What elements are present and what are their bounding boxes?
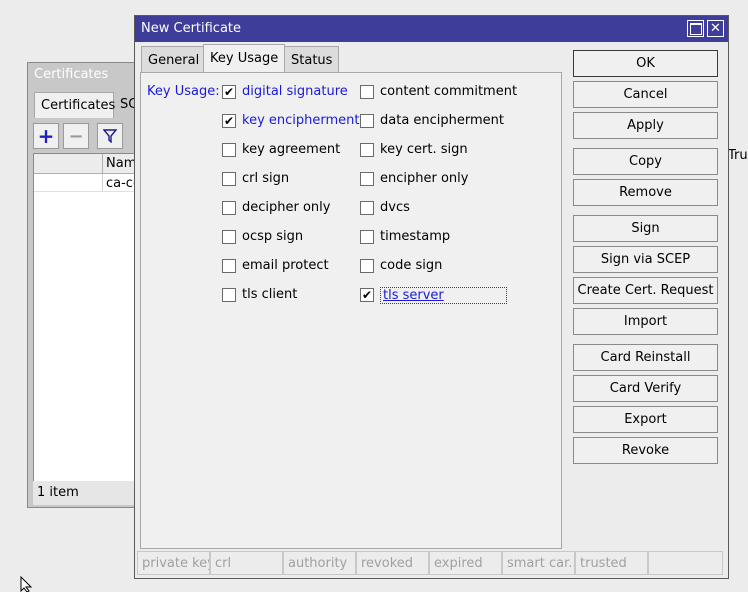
dvcs-label[interactable]: dvcs	[380, 200, 410, 215]
ocsp-sign-label[interactable]: ocsp sign	[242, 229, 303, 244]
timestamp-checkbox[interactable]	[360, 230, 374, 244]
tls-client-label[interactable]: tls client	[242, 287, 297, 302]
email-protect-checkbox[interactable]	[222, 259, 236, 273]
ocsp-sign-checkbox[interactable]	[222, 230, 236, 244]
filter-icon[interactable]	[97, 123, 123, 149]
tab-status[interactable]: Status	[284, 46, 340, 72]
content-commitment-label[interactable]: content commitment	[380, 84, 517, 99]
apply-button[interactable]: Apply	[573, 112, 718, 139]
digital-signature-checkbox[interactable]: ✔	[222, 85, 236, 99]
status-field-trusted: trusted	[575, 551, 648, 575]
tls-client-checkbox[interactable]	[222, 288, 236, 302]
tab-certificates[interactable]: Certificates	[34, 92, 115, 118]
sign-via-scep-button[interactable]: Sign via SCEP	[573, 246, 718, 273]
decipher-only-label[interactable]: decipher only	[242, 200, 330, 215]
tab-key-usage[interactable]: Key Usage	[203, 44, 286, 73]
status-field-empty	[648, 551, 723, 575]
mouse-cursor-icon	[20, 576, 33, 592]
key-cert-sign-label[interactable]: key cert. sign	[380, 142, 468, 157]
digital-signature-label[interactable]: digital signature	[242, 84, 348, 99]
key-cert-sign-checkbox[interactable]	[360, 143, 374, 157]
status-field-private-key: private key	[137, 551, 210, 575]
crl-sign-checkbox[interactable]	[222, 172, 236, 186]
crl-sign-label[interactable]: crl sign	[242, 171, 289, 186]
remove-icon[interactable]: −	[63, 123, 89, 149]
key-encipherment-checkbox[interactable]: ✔	[222, 114, 236, 128]
key-usage-panel: Key Usage: ✔ digital signature ✔ key enciph…	[140, 72, 562, 549]
remove-button[interactable]: Remove	[573, 179, 718, 206]
status-field-crl: crl	[210, 551, 283, 575]
status-field-authority: authority	[283, 551, 356, 575]
code-sign-label[interactable]: code sign	[380, 258, 442, 273]
import-button[interactable]: Import	[573, 308, 718, 335]
add-icon[interactable]: +	[33, 123, 59, 149]
close-icon[interactable]: ✕	[707, 20, 724, 37]
tls-server-checkbox[interactable]: ✔	[360, 288, 374, 302]
export-button[interactable]: Export	[573, 406, 718, 433]
dialog-title: New Certificate	[141, 21, 242, 36]
key-agreement-checkbox[interactable]	[222, 143, 236, 157]
tls-server-label[interactable]: tls server	[380, 287, 507, 304]
status-field-smart-car: smart car...	[502, 551, 575, 575]
column-trust-header[interactable]: Tru	[728, 148, 748, 168]
email-protect-label[interactable]: email protect	[242, 258, 329, 273]
ok-button[interactable]: OK	[573, 50, 718, 77]
sign-button[interactable]: Sign	[573, 215, 718, 242]
data-encipherment-label[interactable]: data encipherment	[380, 113, 504, 128]
tab-general[interactable]: General	[141, 46, 207, 72]
new-certificate-dialog: New Certificate ✕ General Key Usage Stat…	[134, 15, 729, 579]
card-verify-button[interactable]: Card Verify	[573, 375, 718, 402]
decipher-only-checkbox[interactable]	[222, 201, 236, 215]
timestamp-label[interactable]: timestamp	[380, 229, 450, 244]
data-encipherment-checkbox[interactable]	[360, 114, 374, 128]
encipher-only-label[interactable]: encipher only	[380, 171, 468, 186]
status-field-revoked: revoked	[356, 551, 429, 575]
content-commitment-checkbox[interactable]	[360, 85, 374, 99]
column-name-header[interactable]: Nam	[106, 156, 136, 171]
dvcs-checkbox[interactable]	[360, 201, 374, 215]
code-sign-checkbox[interactable]	[360, 259, 374, 273]
revoke-button[interactable]: Revoke	[573, 437, 718, 464]
key-usage-label: Key Usage:	[147, 84, 220, 99]
maximize-icon[interactable]	[687, 20, 704, 37]
status-field-expired: expired	[429, 551, 502, 575]
copy-button[interactable]: Copy	[573, 148, 718, 175]
key-agreement-label[interactable]: key agreement	[242, 142, 340, 157]
create-cert-request-button[interactable]: Create Cert. Request	[573, 277, 718, 304]
encipher-only-checkbox[interactable]	[360, 172, 374, 186]
card-reinstall-button[interactable]: Card Reinstall	[573, 344, 718, 371]
dialog-title-bar: New Certificate	[135, 16, 728, 42]
key-encipherment-label[interactable]: key encipherment	[242, 113, 360, 128]
cancel-button[interactable]: Cancel	[573, 81, 718, 108]
